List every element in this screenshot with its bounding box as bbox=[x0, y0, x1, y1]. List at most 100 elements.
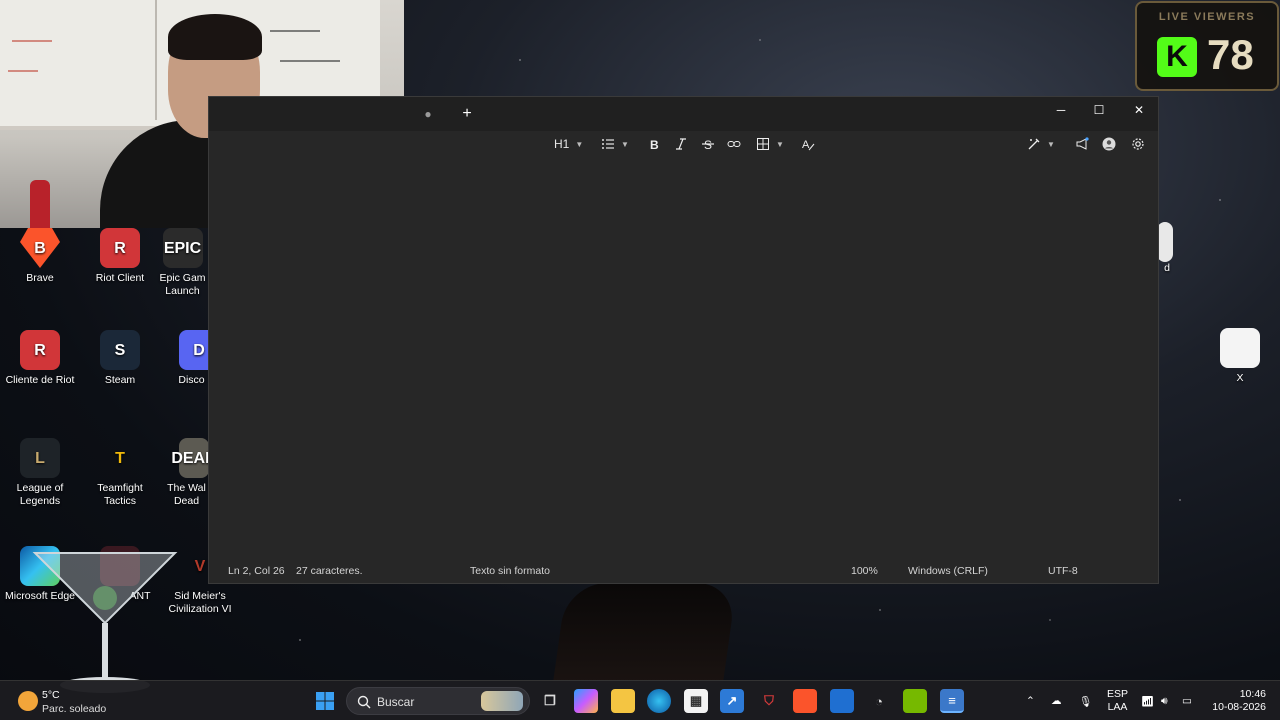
battery-icon[interactable]: ▭ bbox=[1182, 681, 1192, 720]
format-toolbar: H1▼ ▼ B S ▼ A ▼ bbox=[209, 131, 1158, 157]
tft-icon: T bbox=[115, 449, 125, 467]
magic-pen-icon bbox=[1028, 138, 1040, 150]
bold-button[interactable]: B bbox=[647, 134, 661, 154]
edge-taskbar-button[interactable] bbox=[647, 689, 671, 713]
zoom-level[interactable]: 100% bbox=[851, 565, 878, 577]
link-icon bbox=[727, 141, 741, 147]
taskbar: 5°C Parc. soleado Buscar ❐ ▦ ↗ ⛉ ◔ ≡ ⌃ ☁… bbox=[0, 680, 1280, 720]
bold-icon: B bbox=[650, 138, 659, 151]
show-hidden-icons[interactable]: ⌃ bbox=[1026, 681, 1035, 720]
chevron-down-icon: ▼ bbox=[621, 139, 629, 149]
clear-formatting-button[interactable]: A bbox=[801, 134, 815, 154]
windows-logo-icon bbox=[316, 692, 334, 710]
task-view-button[interactable]: ❐ bbox=[538, 689, 562, 713]
taskbar-search[interactable]: Buscar bbox=[346, 687, 530, 715]
desktop-icon-discord[interactable]: D Disco bbox=[175, 330, 208, 387]
wifi-icon[interactable]: 📶︎ bbox=[1141, 681, 1154, 720]
notepad-taskbar-button[interactable]: ≡ bbox=[940, 689, 964, 713]
search-highlight-image bbox=[481, 691, 523, 711]
weather-desc: Parc. soleado bbox=[42, 703, 107, 715]
encoding[interactable]: UTF-8 bbox=[1048, 565, 1078, 577]
settings-button[interactable] bbox=[1131, 134, 1145, 154]
outlook-button[interactable] bbox=[830, 689, 854, 713]
close-button[interactable]: ✕ bbox=[1119, 97, 1159, 123]
volume-icon[interactable]: 🔊︎ bbox=[1161, 681, 1168, 720]
microphone-icon[interactable]: 🎙︎ bbox=[1079, 681, 1092, 720]
file-icon bbox=[1157, 222, 1173, 262]
league-icon: L bbox=[20, 438, 60, 478]
character-count: 27 caracteres. bbox=[296, 565, 363, 577]
avatar-icon bbox=[1102, 137, 1116, 151]
store-icon: ▦ bbox=[689, 693, 703, 708]
language-indicator[interactable]: ESP LAA bbox=[1107, 681, 1128, 720]
heading-dropdown[interactable]: H1 ▼ bbox=[554, 134, 583, 154]
nvidia-button[interactable] bbox=[903, 689, 927, 713]
clock[interactable]: 10:46 10-08-2026 bbox=[1212, 681, 1266, 720]
list-dropdown[interactable]: ▼ bbox=[601, 134, 629, 154]
title-bar[interactable]: ● + ─ ☐ ✕ bbox=[209, 97, 1158, 131]
megaphone-icon bbox=[1076, 137, 1089, 150]
file-explorer-button[interactable] bbox=[611, 689, 635, 713]
line-ending[interactable]: Windows (CRLF) bbox=[908, 565, 988, 577]
cursor-position: Ln 2, Col 26 bbox=[228, 565, 285, 577]
whats-new-button[interactable] bbox=[1075, 134, 1089, 154]
chevron-down-icon: ▼ bbox=[575, 139, 584, 149]
svg-text:B: B bbox=[650, 138, 659, 151]
strikethrough-button[interactable]: S bbox=[701, 134, 715, 154]
weather-sun-icon bbox=[18, 691, 38, 711]
desktop-icon-walking-dead[interactable]: DEAD The Wal Dead bbox=[165, 438, 208, 508]
maximize-button[interactable]: ☐ bbox=[1079, 97, 1119, 123]
desktop-icon-tft[interactable]: T Teamfight Tactics bbox=[80, 438, 160, 508]
format-mode[interactable]: Texto sin formato bbox=[470, 565, 550, 577]
riot-icon: R bbox=[100, 228, 140, 268]
link-button[interactable] bbox=[727, 134, 741, 154]
desktop-icon-brave[interactable]: B Brave bbox=[0, 228, 80, 285]
unsaved-dot-icon: ● bbox=[424, 107, 432, 121]
app-button[interactable]: ↗ bbox=[720, 689, 744, 713]
discord-icon: D bbox=[179, 330, 208, 370]
app-icon: ↗ bbox=[726, 693, 738, 708]
copilot-button[interactable] bbox=[574, 689, 598, 713]
desktop-icon-league[interactable]: L League of Legends bbox=[0, 438, 80, 508]
status-bar: Ln 2, Col 26 27 caracteres. Texto sin fo… bbox=[209, 558, 1158, 583]
desktop-icon-x[interactable]: X bbox=[1200, 328, 1280, 385]
chevron-up-icon: ⌃ bbox=[1026, 695, 1035, 707]
notepad-window[interactable]: ● + ─ ☐ ✕ H1▼ ▼ B S ▼ A bbox=[208, 96, 1159, 584]
start-button[interactable] bbox=[313, 689, 337, 713]
live-viewers-title: LIVE VIEWERS bbox=[1158, 11, 1256, 23]
italic-icon bbox=[676, 138, 686, 150]
desktop-icon-steam[interactable]: S Steam bbox=[80, 330, 160, 387]
onedrive-icon[interactable]: ☁ bbox=[1051, 681, 1062, 720]
document-icon bbox=[1220, 328, 1260, 368]
weather-widget[interactable]: 5°C Parc. soleado bbox=[16, 685, 136, 717]
bottle bbox=[30, 180, 50, 228]
table-dropdown[interactable]: ▼ bbox=[756, 134, 784, 154]
account-button[interactable] bbox=[1102, 134, 1116, 154]
clear-format-icon: A bbox=[802, 139, 815, 151]
italic-button[interactable] bbox=[674, 134, 688, 154]
epic-games-icon: EPIC bbox=[162, 228, 203, 268]
minimize-button[interactable]: ─ bbox=[1041, 97, 1081, 123]
steam-icon: S bbox=[100, 330, 140, 370]
store-button[interactable]: ▦ bbox=[684, 689, 708, 713]
notepad-icon: ≡ bbox=[948, 692, 956, 708]
brave-taskbar-button[interactable] bbox=[793, 689, 817, 713]
kick-logo-icon: K bbox=[1157, 37, 1197, 77]
clock-icon: ◔ bbox=[875, 693, 883, 709]
app-red-badge-button[interactable]: ◔ bbox=[867, 689, 891, 713]
desktop-icon-epic[interactable]: EPIC Epic Gam Launch bbox=[155, 228, 210, 298]
text-editor-area[interactable] bbox=[209, 157, 1158, 560]
viewer-count: 78 bbox=[1207, 31, 1254, 78]
desktop-icon-riot-client[interactable]: R Riot Client bbox=[80, 228, 160, 285]
mcafee-button[interactable]: ⛉ bbox=[757, 689, 781, 713]
tab-untitled[interactable]: ● bbox=[405, 97, 451, 131]
desktop-icon-cliente-riot[interactable]: R Cliente de Riot bbox=[0, 330, 80, 387]
live-viewers-overlay: LIVE VIEWERS K 78 bbox=[1135, 1, 1279, 91]
brave-icon: B bbox=[20, 228, 60, 268]
new-tab-button[interactable]: + bbox=[457, 104, 477, 124]
copilot-dropdown[interactable]: ▼ bbox=[1027, 134, 1055, 154]
walking-dead-icon: DEAD bbox=[171, 438, 208, 478]
chevron-down-icon: ▼ bbox=[776, 139, 784, 149]
task-view-icon: ❐ bbox=[544, 693, 556, 708]
list-icon bbox=[602, 139, 614, 149]
